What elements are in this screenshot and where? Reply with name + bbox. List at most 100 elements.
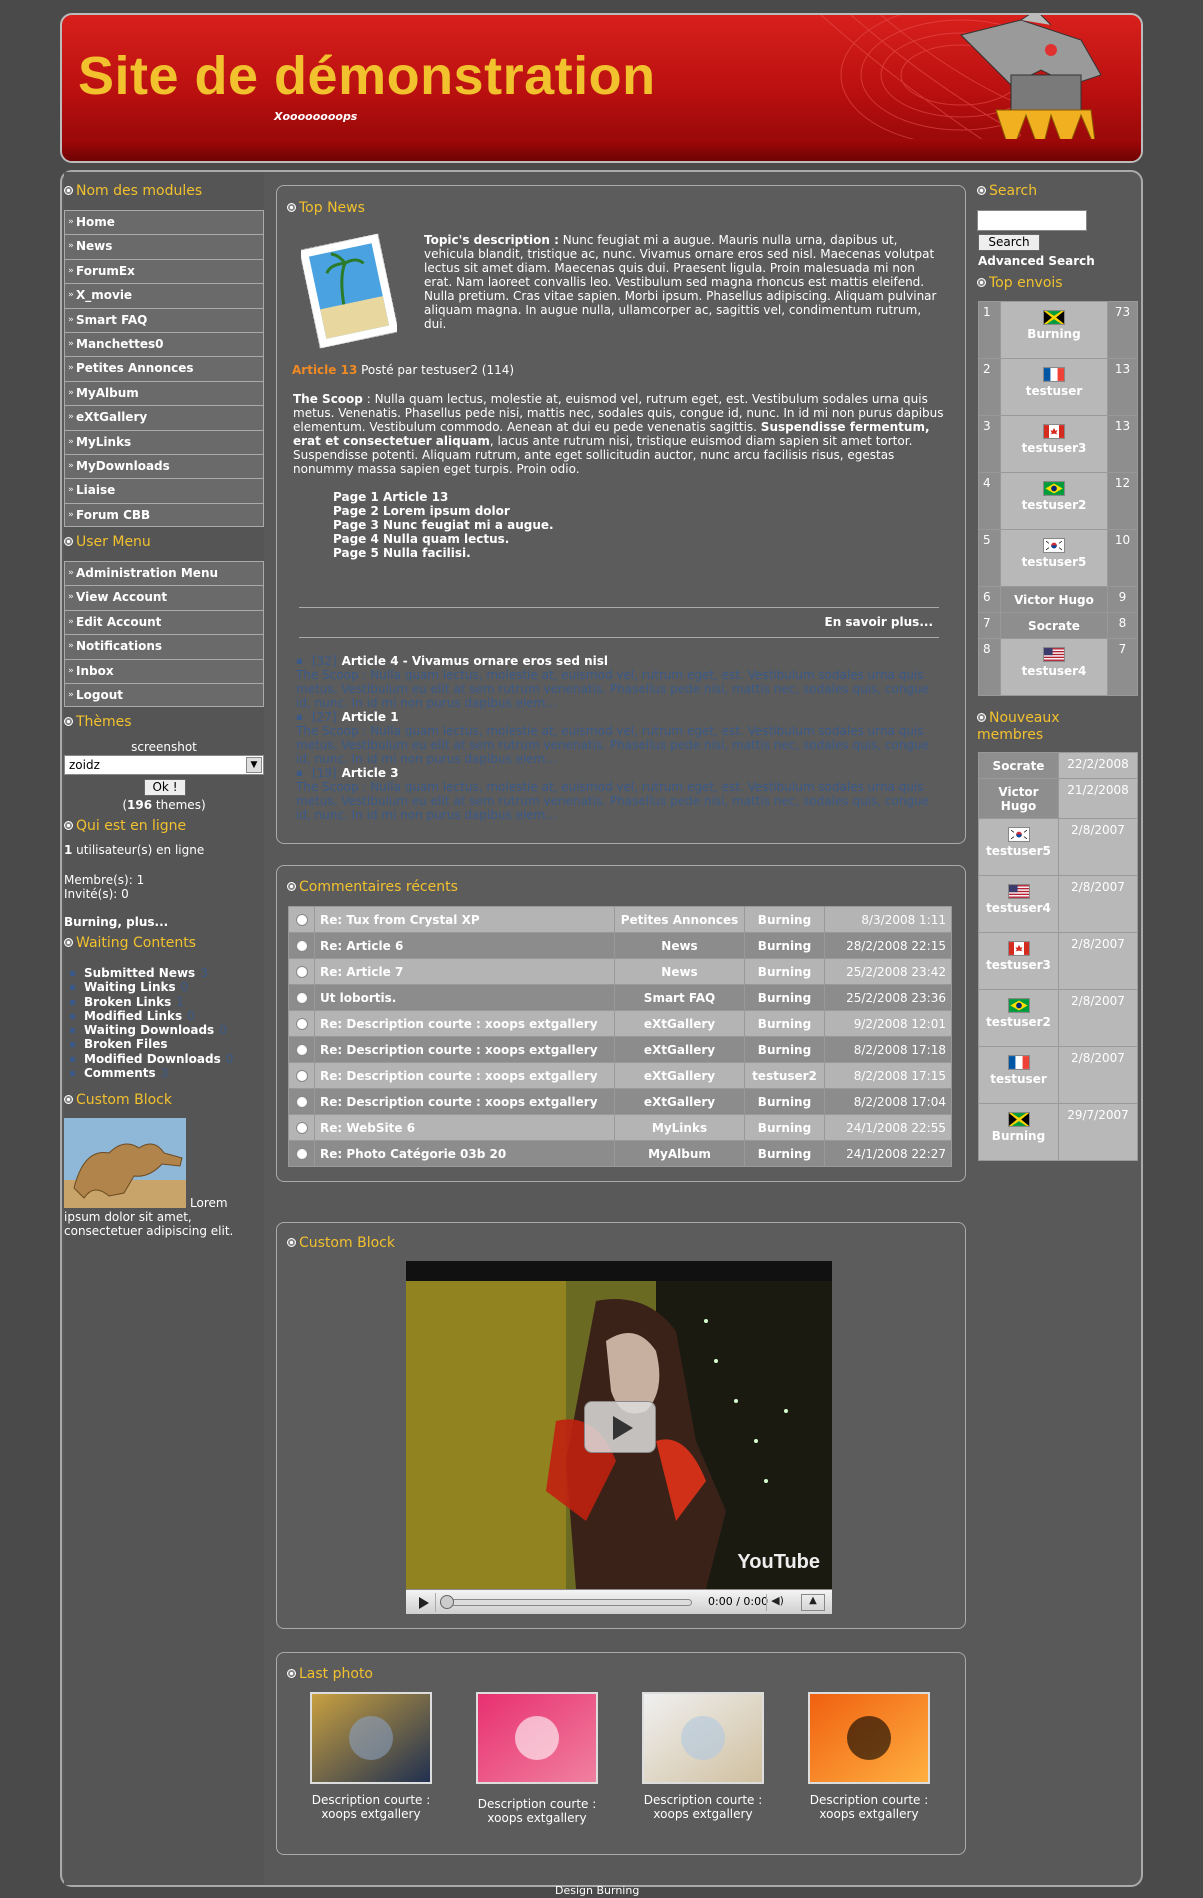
module-menu-item[interactable]: X_movie — [64, 283, 264, 308]
comment-author[interactable]: Burning — [744, 906, 825, 933]
comment-title[interactable]: Re: Article 6 — [314, 932, 615, 959]
user-cell[interactable]: testuser3 — [1000, 415, 1108, 473]
comment-row[interactable]: Re: Description courte : xoops extgaller… — [288, 1010, 952, 1037]
user-name[interactable]: testuser — [1003, 384, 1105, 398]
comment-author[interactable]: Burning — [744, 984, 825, 1011]
member-name[interactable]: testuser4 — [981, 901, 1056, 915]
comment-author[interactable]: Burning — [744, 958, 825, 985]
user-menu-item[interactable]: View Account — [64, 585, 264, 610]
waiting-item-link[interactable]: Waiting Links — [84, 980, 176, 994]
member-cell[interactable]: Burning — [978, 1103, 1059, 1161]
search-button[interactable]: Search — [978, 234, 1040, 251]
comment-title[interactable]: Re: Article 7 — [314, 958, 615, 985]
comment-row[interactable]: Re: Photo Catégorie 03b 20 MyAlbum Burning… — [288, 1140, 952, 1167]
user-name[interactable]: Victor Hugo — [1003, 593, 1105, 607]
user-name[interactable]: testuser2 — [1003, 498, 1105, 512]
comment-row[interactable]: Re: Tux from Crystal XP Petites Annonces B… — [288, 906, 952, 933]
user-cell[interactable]: testuser5 — [1000, 529, 1108, 587]
seek-handle[interactable] — [440, 1595, 454, 1609]
comment-row[interactable]: Re: Description courte : xoops extgaller… — [288, 1062, 952, 1089]
comment-row[interactable]: Re: Description courte : xoops extgaller… — [288, 1088, 952, 1115]
gallery-photo[interactable] — [808, 1692, 930, 1784]
module-menu-item[interactable]: Home — [64, 210, 264, 235]
waiting-item-link[interactable]: Modified Downloads — [84, 1052, 221, 1066]
comment-module[interactable]: eXtGallery — [614, 1062, 745, 1089]
waiting-item-link[interactable]: Submitted News — [84, 966, 195, 980]
search-input[interactable] — [977, 210, 1087, 231]
comment-title[interactable]: Re: Description courte : xoops extgaller… — [314, 1062, 615, 1089]
comment-author[interactable]: Burning — [744, 1088, 825, 1115]
comment-title[interactable]: Re: Photo Catégorie 03b 20 — [314, 1140, 615, 1167]
module-menu-item[interactable]: Liaise — [64, 478, 264, 503]
other-article-title[interactable]: Article 3 — [342, 766, 399, 780]
comment-author[interactable]: Burning — [744, 1140, 825, 1167]
theme-select[interactable]: zoidz ▼ — [64, 755, 264, 775]
comment-row[interactable]: Re: Article 6 News Burning 28/2/2008 22:15 — [288, 932, 952, 959]
module-menu-item[interactable]: MyAlbum — [64, 380, 264, 406]
member-cell[interactable]: testuser2 — [978, 989, 1059, 1047]
waiting-item-link[interactable]: Broken Files — [84, 1037, 168, 1051]
youtube-player[interactable]: YouTube 0:00 / 0:00 ◀) ▲ — [406, 1261, 832, 1614]
gallery-photo[interactable] — [642, 1692, 764, 1784]
user-cell[interactable]: Socrate — [1000, 612, 1108, 639]
module-menu-item[interactable]: ForumEx — [64, 258, 264, 284]
comment-author[interactable]: Burning — [744, 1036, 825, 1063]
comment-module[interactable]: Smart FAQ — [614, 984, 745, 1011]
comment-title[interactable]: Re: Description courte : xoops extgaller… — [314, 1088, 615, 1115]
fullscreen-icon[interactable]: ▲ — [801, 1594, 825, 1611]
user-cell[interactable]: testuser2 — [1000, 472, 1108, 530]
user-menu-item[interactable]: Administration Menu — [64, 561, 264, 586]
theme-ok-button[interactable]: Ok ! — [144, 779, 186, 796]
user-menu-item[interactable]: Edit Account — [64, 609, 264, 635]
comment-module[interactable]: MyLinks — [614, 1114, 745, 1141]
comment-title[interactable]: Ut lobortis. — [314, 984, 615, 1011]
member-cell[interactable]: testuser4 — [978, 875, 1059, 933]
comment-title[interactable]: Re: Description courte : xoops extgaller… — [314, 1010, 615, 1037]
article-page-link[interactable]: Page 1 Article 13 — [333, 490, 554, 504]
comment-row[interactable]: Re: Description courte : xoops extgaller… — [288, 1036, 952, 1063]
user-name[interactable]: testuser3 — [1003, 441, 1105, 455]
member-name[interactable]: Victor Hugo — [981, 785, 1056, 813]
comment-module[interactable]: News — [614, 932, 745, 959]
seek-bar[interactable] — [442, 1599, 692, 1606]
user-cell[interactable]: Burning — [1000, 301, 1108, 359]
comment-author[interactable]: Burning — [744, 1114, 825, 1141]
member-name[interactable]: Burning — [981, 1129, 1056, 1143]
user-cell[interactable]: Victor Hugo — [1000, 586, 1108, 613]
gallery-photo[interactable] — [476, 1692, 598, 1784]
module-menu-item[interactable]: Smart FAQ — [64, 307, 264, 332]
comment-title[interactable]: Re: Description courte : xoops extgaller… — [314, 1036, 615, 1063]
member-name[interactable]: testuser — [981, 1072, 1056, 1086]
comment-module[interactable]: News — [614, 958, 745, 985]
comment-row[interactable]: Re: Article 7 News Burning 25/2/2008 23:42 — [288, 958, 952, 985]
user-name[interactable]: testuser4 — [1003, 664, 1105, 678]
waiting-item-link[interactable]: Waiting Downloads — [84, 1023, 214, 1037]
volume-icon[interactable]: ◀) — [766, 1594, 788, 1611]
module-menu-item[interactable]: Manchettes0 — [64, 331, 264, 357]
member-cell[interactable]: Socrate — [978, 752, 1059, 779]
comment-module[interactable]: Petites Annonces — [614, 906, 745, 933]
site-title[interactable]: Site de démonstration — [78, 45, 656, 107]
user-cell[interactable]: testuser — [1000, 358, 1108, 416]
member-name[interactable]: testuser3 — [981, 958, 1056, 972]
user-menu-item[interactable]: Inbox — [64, 658, 264, 683]
user-name[interactable]: Socrate — [1003, 619, 1105, 633]
waiting-item-link[interactable]: Broken Links — [84, 995, 171, 1009]
comment-module[interactable]: eXtGallery — [614, 1088, 745, 1115]
comment-module[interactable]: eXtGallery — [614, 1010, 745, 1037]
online-names-link[interactable]: Burning, plus... — [64, 915, 168, 929]
member-cell[interactable]: Victor Hugo — [978, 778, 1059, 819]
comment-author[interactable]: Burning — [744, 1010, 825, 1037]
read-more-link[interactable]: En savoir plus... — [299, 615, 934, 629]
module-menu-item[interactable]: Forum CBB — [64, 502, 264, 528]
article-link[interactable]: Article 13 — [292, 363, 357, 377]
member-name[interactable]: testuser2 — [981, 1015, 1056, 1029]
article-page-link[interactable]: Page 2 Lorem ipsum dolor — [333, 504, 554, 518]
user-menu-item[interactable]: Notifications — [64, 634, 264, 659]
member-name[interactable]: Socrate — [981, 759, 1056, 773]
member-cell[interactable]: testuser — [978, 1046, 1059, 1104]
other-article-title[interactable]: Article 4 - Vivamus ornare eros sed nisl — [342, 654, 608, 668]
advanced-search-link[interactable]: Advanced Search — [978, 254, 1095, 268]
comment-row[interactable]: Re: WebSite 6 MyLinks Burning 24/1/2008 22:… — [288, 1114, 952, 1141]
comment-module[interactable]: MyAlbum — [614, 1140, 745, 1167]
